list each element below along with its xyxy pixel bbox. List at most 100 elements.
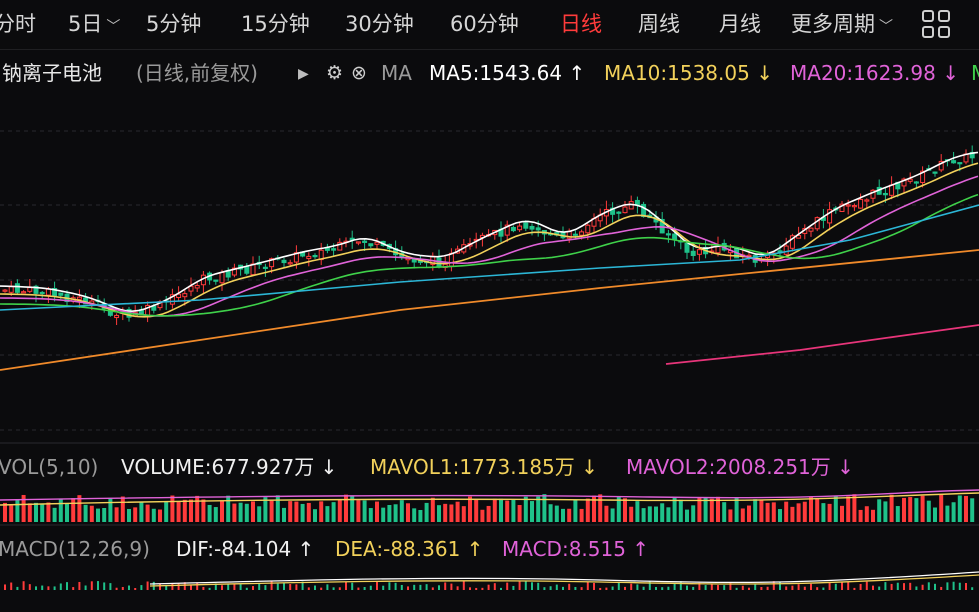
macd-bar (376, 581, 378, 590)
volume-bar (356, 500, 361, 522)
candle-body (213, 279, 219, 282)
volume-bar (926, 500, 931, 522)
volume-bar (970, 498, 975, 522)
candle-body (951, 160, 957, 164)
macd-bar (283, 583, 285, 590)
volume-bar (530, 501, 534, 522)
candle-body (362, 240, 368, 243)
volume-bar (15, 499, 20, 522)
macd-bar (884, 582, 887, 590)
volume-bar (654, 506, 658, 522)
candle-body (58, 292, 64, 296)
candle-body (14, 283, 20, 293)
macd-bar (896, 582, 899, 590)
macd-bar (549, 586, 552, 590)
macd-bar (841, 581, 843, 590)
macd-bar (760, 587, 763, 590)
volume-bar (567, 508, 572, 522)
volume-bar (914, 498, 919, 522)
kline-chart[interactable] (0, 0, 979, 612)
candle-body (448, 252, 454, 267)
macd-label[interactable]: MACD(12,26,9) (0, 534, 150, 564)
candle-body (851, 205, 857, 208)
macd-bar (413, 584, 416, 590)
volume-bar (747, 505, 751, 522)
macd-bar (264, 585, 267, 590)
volume-bar (933, 507, 937, 522)
macd-bar (779, 581, 781, 590)
candle-body (913, 181, 919, 184)
volume-bar (406, 503, 410, 522)
macd-bar (16, 586, 19, 590)
candle-body (287, 262, 293, 265)
volume-bar (505, 500, 510, 522)
macd-bar (822, 587, 825, 590)
candle-body (2, 289, 8, 292)
dea-value: DEA:-88.361 ↑ (335, 537, 484, 561)
volume-bar (300, 503, 305, 522)
volume-bar (288, 501, 293, 522)
ma60-line (0, 204, 979, 311)
macd-bar (946, 582, 949, 590)
macd-bar (611, 586, 614, 590)
volume-bar (778, 509, 782, 522)
macd-bar (146, 581, 149, 590)
candle-body (21, 291, 27, 294)
macd-bar (121, 586, 124, 590)
volume-bar (189, 499, 193, 522)
candle-body (306, 255, 312, 260)
dif-value: DIF:-84.104 ↑ (176, 537, 315, 561)
macd-bar (493, 583, 496, 590)
candle-body (864, 199, 870, 202)
macd-bar (710, 584, 713, 590)
volume-bar (753, 499, 758, 522)
vol-label[interactable]: VOL(5,10) (0, 452, 98, 482)
candle-body (690, 250, 696, 257)
volume-bar (269, 500, 274, 522)
macd-bar (717, 585, 719, 590)
volume-bar (468, 496, 472, 522)
macd-bar (326, 584, 329, 590)
macd-bar (431, 587, 434, 590)
volume-bar (387, 505, 392, 522)
volume-bar (579, 508, 584, 522)
macd-bar (940, 586, 943, 590)
macd-bar (965, 583, 967, 590)
macd-bar (289, 584, 292, 590)
macd-bar (642, 586, 645, 590)
volume-bar (802, 501, 807, 522)
candle-body (355, 241, 361, 244)
macd-bar (307, 587, 310, 590)
macd-bar (66, 582, 68, 590)
macd-bar (456, 586, 459, 590)
macd-legend: MACD(12,26,9) DIF:-84.104 ↑ DEA:-88.361 … (0, 534, 979, 564)
volume-bar (647, 506, 652, 522)
macd-bar (524, 581, 527, 590)
volume-bar (542, 494, 547, 522)
macd-bar (177, 583, 180, 590)
candle-body (932, 171, 938, 174)
macd-bar (469, 587, 471, 590)
macd-bar (766, 586, 769, 590)
macd-bar (357, 587, 360, 590)
macd-bar (704, 585, 707, 590)
volume-bar (957, 495, 962, 522)
macd-bar (735, 587, 738, 590)
macd-bar (41, 585, 44, 590)
candle-body (151, 305, 157, 311)
volume-bar (561, 508, 565, 522)
candle-body (27, 287, 33, 292)
macd-bar (921, 584, 924, 590)
macd-bar (605, 587, 608, 590)
volume-bar (554, 505, 559, 522)
volume-bar (449, 504, 454, 522)
volume-bar (40, 504, 45, 522)
volume-bar (34, 502, 38, 522)
macd-bar (419, 584, 422, 590)
volume-bar (499, 498, 503, 522)
candle-body (696, 249, 702, 255)
macd-bar (351, 582, 354, 590)
candle-body (114, 314, 120, 319)
macd-bar (555, 584, 558, 590)
volume-bar (740, 508, 745, 522)
